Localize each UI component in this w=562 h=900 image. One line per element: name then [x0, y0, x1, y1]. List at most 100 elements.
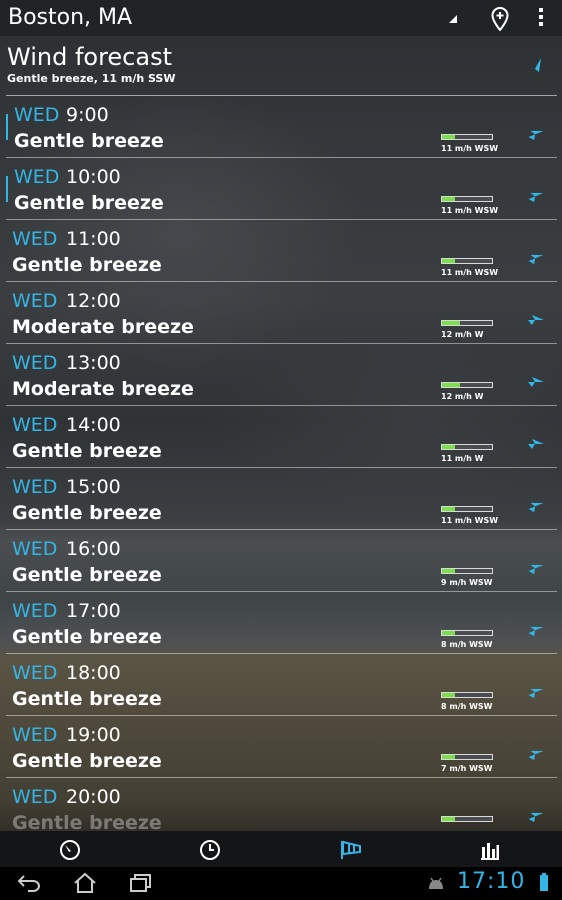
forecast-time: 14:00 [66, 414, 121, 436]
wind-strength-bar [441, 444, 493, 450]
wind-strength-bar [441, 816, 493, 822]
row-marker [6, 114, 8, 140]
wind-speed: 11 m/h W [441, 454, 484, 463]
wind-direction-icon [531, 58, 541, 76]
forecast-day: WED [12, 476, 58, 498]
system-clock: 17:10 [457, 869, 526, 894]
home-icon[interactable] [72, 872, 98, 894]
wind-direction-icon [528, 626, 544, 637]
wind-direction-icon [528, 812, 544, 823]
wind-direction-icon [528, 254, 544, 265]
wind-direction-icon [528, 377, 544, 387]
forecast-row[interactable]: WED 10:00 Gentle breeze 11 m/h WSW [6, 158, 557, 220]
wind-strength-bar [441, 754, 493, 760]
tab-charts[interactable] [420, 831, 560, 867]
forecast-row[interactable]: WED 12:00 Moderate breeze 12 m/h W [6, 282, 557, 344]
wind-speed: 8 m/h WSW [441, 640, 493, 649]
tab-current[interactable] [0, 831, 140, 867]
wind-strength-fill [442, 817, 455, 821]
forecast-description: Gentle breeze [12, 254, 162, 276]
forecast-description: Gentle breeze [12, 626, 162, 648]
windsock-icon [341, 840, 361, 859]
bottom-tab-bar [0, 831, 562, 867]
forecast-day: WED [12, 600, 58, 622]
forecast-row[interactable]: WED 20:00 Gentle breeze [6, 778, 557, 830]
forecast-time: 13:00 [66, 352, 121, 374]
wind-strength-fill [442, 631, 455, 635]
forecast-row[interactable]: WED 11:00 Gentle breeze 11 m/h WSW [6, 220, 557, 282]
forecast-time: 16:00 [66, 538, 121, 560]
forecast-description: Gentle breeze [12, 502, 162, 524]
wind-strength-fill [442, 755, 455, 759]
forecast-description: Moderate breeze [12, 378, 194, 400]
forecast-day: WED [12, 290, 58, 312]
wind-speed: 7 m/h WSW [441, 764, 493, 773]
wind-speed: 12 m/h W [441, 330, 484, 339]
page-title: Wind forecast [7, 43, 172, 71]
forecast-time: 18:00 [66, 662, 121, 684]
forecast-row[interactable]: WED 16:00 Gentle breeze 9 m/h WSW [6, 530, 557, 592]
forecast-row[interactable]: WED 18:00 Gentle breeze 8 m/h WSW [6, 654, 557, 716]
back-icon[interactable] [16, 872, 42, 894]
wind-strength-fill [442, 507, 455, 511]
wind-speed: 9 m/h WSW [441, 578, 493, 587]
wind-strength-fill [442, 383, 460, 387]
forecast-row[interactable]: WED 14:00 Gentle breeze 11 m/h W [6, 406, 557, 468]
location-title[interactable]: Boston, MA [8, 5, 132, 30]
page-header: Wind forecast Gentle breeze, 11 m/h SSW [0, 36, 562, 96]
wind-strength-bar [441, 382, 493, 388]
wind-speed: 11 m/h WSW [441, 144, 499, 153]
wind-direction-icon [528, 130, 544, 141]
wind-speed: 11 m/h WSW [441, 268, 499, 277]
forecast-day: WED [14, 104, 60, 126]
wind-strength-bar [441, 134, 493, 140]
wind-strength-fill [442, 259, 455, 263]
current-conditions: Gentle breeze, 11 m/h SSW [7, 72, 176, 85]
wind-speed: 8 m/h WSW [441, 702, 493, 711]
forecast-time: 20:00 [66, 786, 121, 808]
forecast-day: WED [12, 414, 58, 436]
forecast-row[interactable]: WED 15:00 Gentle breeze 11 m/h WSW [6, 468, 557, 530]
forecast-day: WED [12, 724, 58, 746]
tab-wind[interactable] [280, 831, 420, 867]
forecast-list[interactable]: WED 9:00 Gentle breeze 11 m/h WSW WED 10:00 Ge… [6, 95, 557, 830]
forecast-time: 15:00 [66, 476, 121, 498]
wind-strength-fill [442, 321, 460, 325]
wind-strength-fill [442, 197, 455, 201]
wind-direction-icon [528, 688, 544, 699]
forecast-description: Gentle breeze [14, 192, 164, 214]
forecast-day: WED [12, 228, 58, 250]
forecast-row[interactable]: WED 17:00 Gentle breeze 8 m/h WSW [6, 592, 557, 654]
wind-strength-bar [441, 320, 493, 326]
wind-speed: 11 m/h WSW [441, 206, 499, 215]
forecast-time: 11:00 [66, 228, 121, 250]
wind-direction-icon [528, 502, 544, 513]
action-bar: Boston, MA [0, 0, 562, 36]
forecast-time: 12:00 [66, 290, 121, 312]
wind-direction-icon [528, 750, 544, 761]
wind-strength-bar [441, 258, 493, 264]
forecast-description: Gentle breeze [12, 564, 162, 586]
overflow-menu-icon[interactable] [537, 8, 545, 28]
tab-hourly[interactable] [140, 831, 280, 867]
wind-speed: 11 m/h WSW [441, 516, 499, 525]
wind-strength-bar [441, 196, 493, 202]
battery-icon [540, 873, 548, 891]
forecast-row[interactable]: WED 13:00 Moderate breeze 12 m/h W [6, 344, 557, 406]
forecast-time: 9:00 [66, 104, 109, 126]
wind-strength-fill [442, 135, 455, 139]
wind-direction-icon [528, 315, 544, 325]
recent-apps-icon[interactable] [128, 872, 154, 894]
location-dropdown-icon[interactable] [449, 15, 457, 23]
wind-strength-fill [442, 569, 455, 573]
forecast-row[interactable]: WED 19:00 Gentle breeze 7 m/h WSW [6, 716, 557, 778]
wind-strength-bar [441, 692, 493, 698]
forecast-day: WED [12, 662, 58, 684]
clock-icon [200, 840, 220, 860]
forecast-row[interactable]: WED 9:00 Gentle breeze 11 m/h WSW [6, 96, 557, 158]
wind-strength-bar [441, 506, 493, 512]
forecast-time: 10:00 [66, 166, 121, 188]
wind-direction-icon [528, 564, 544, 575]
add-location-icon[interactable] [491, 7, 509, 31]
forecast-description: Gentle breeze [12, 688, 162, 710]
